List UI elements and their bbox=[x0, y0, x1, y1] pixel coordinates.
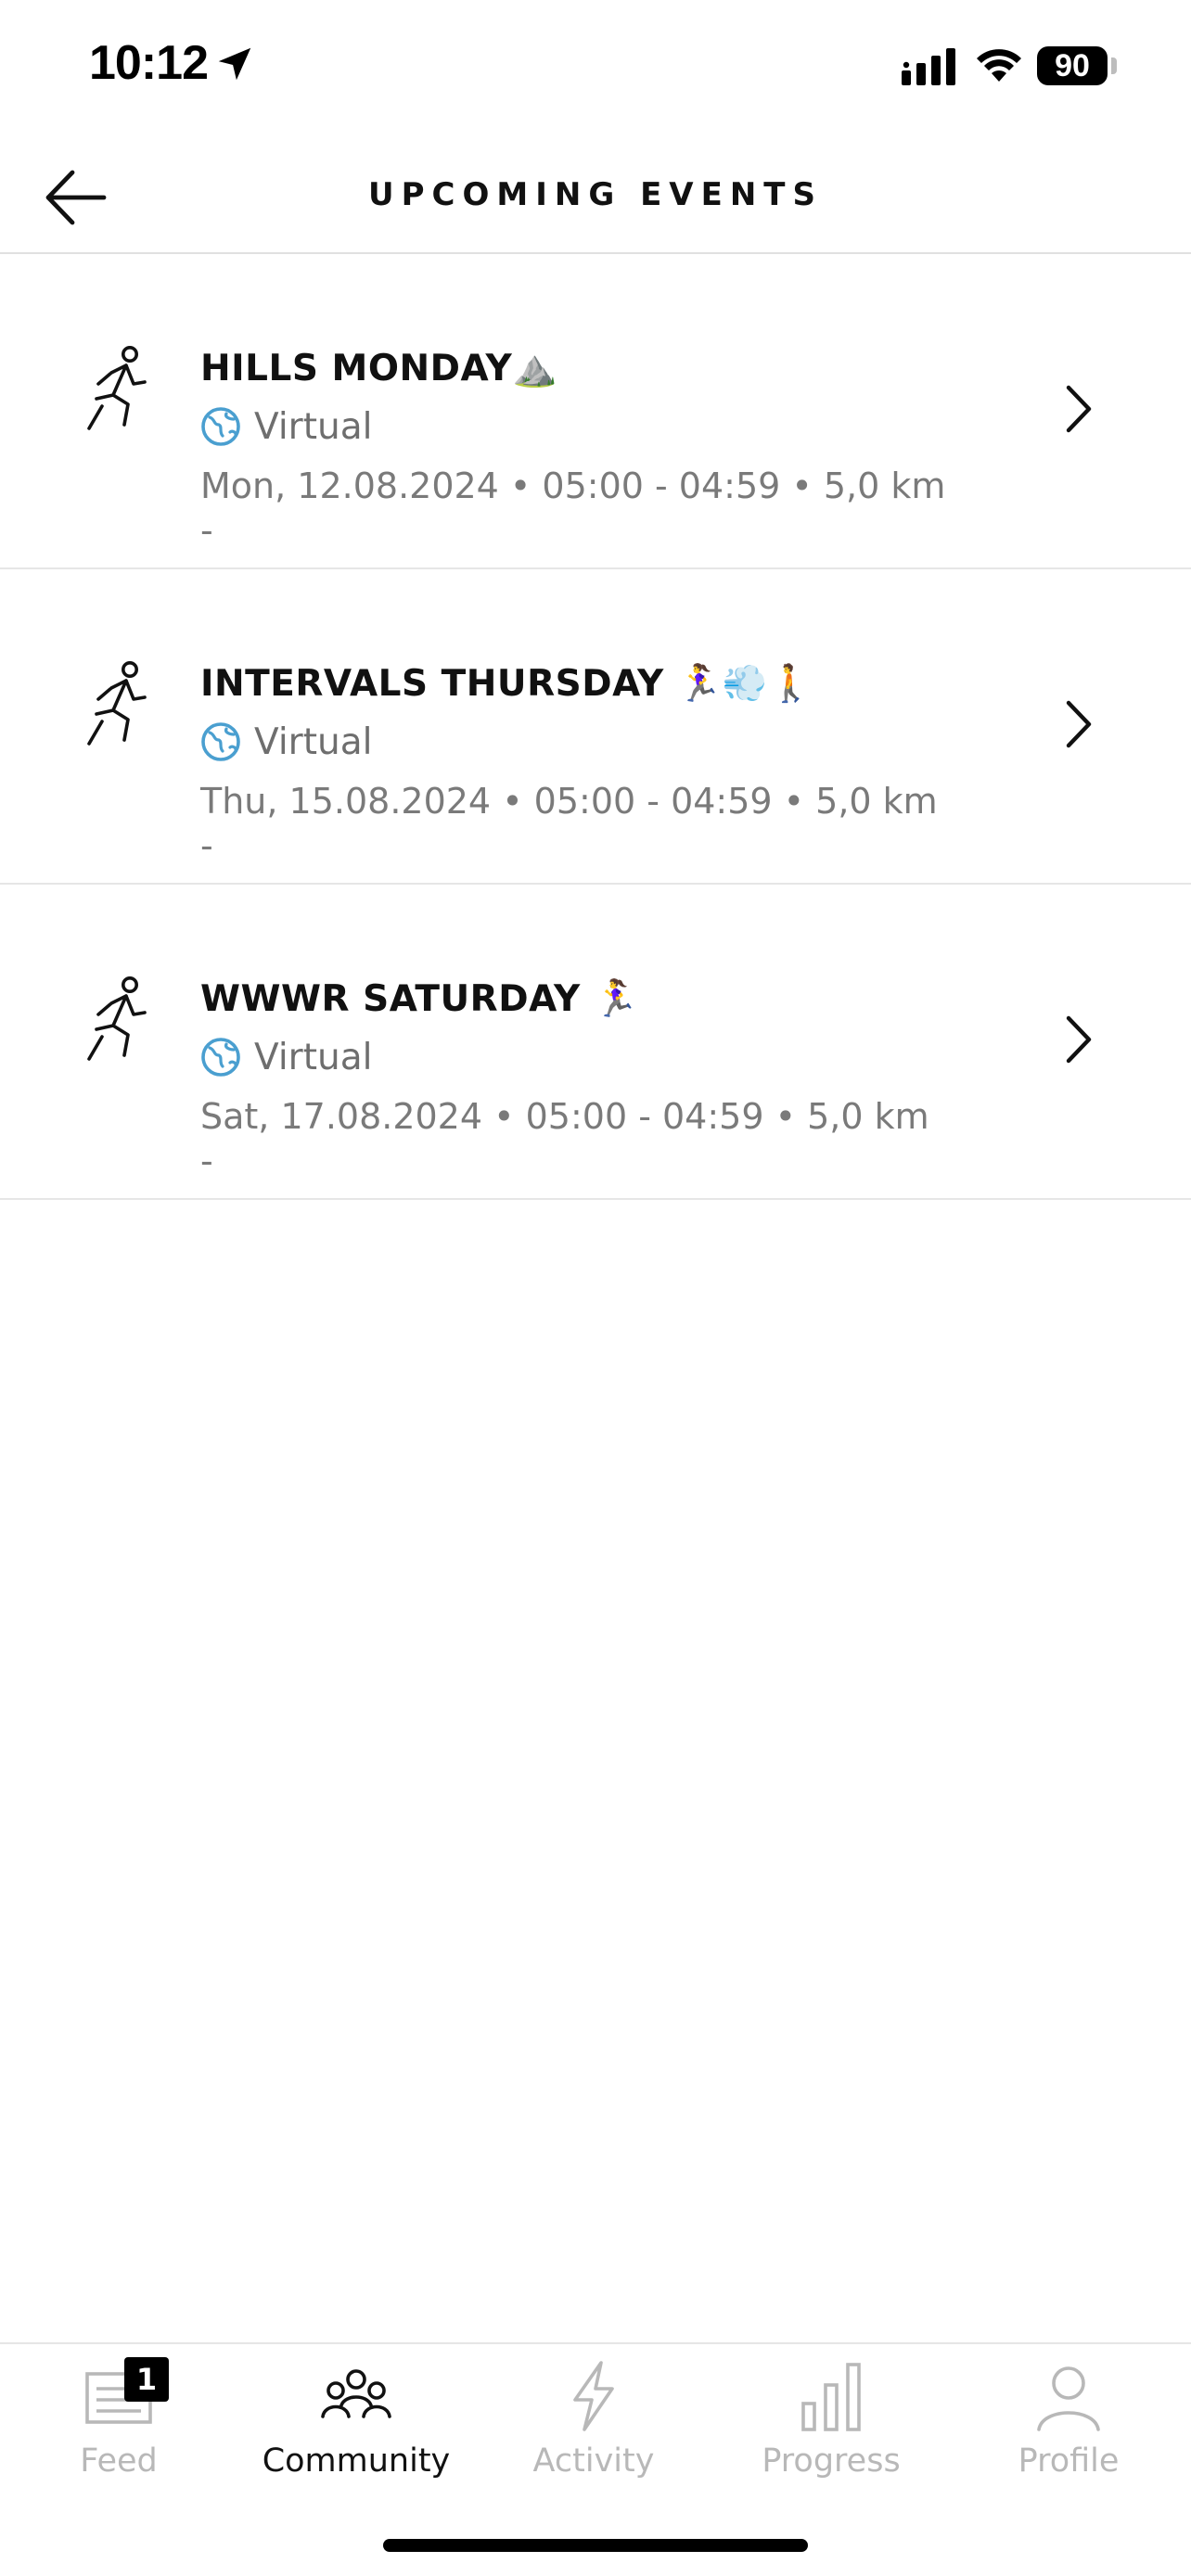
status-time: 10:12 bbox=[89, 36, 209, 90]
chevron-right-icon[interactable] bbox=[1065, 1014, 1093, 1065]
event-extra-info: - bbox=[200, 825, 213, 866]
tab-profile[interactable]: Profile bbox=[950, 2344, 1187, 2502]
event-location: Virtual bbox=[200, 402, 1017, 451]
header-bar: UPCOMING EVENTS bbox=[0, 139, 1191, 254]
tab-progress[interactable]: Progress bbox=[712, 2344, 950, 2502]
event-date-time-distance: Mon, 12.08.2024 • 05:00 - 04:59 • 5,0 km bbox=[200, 465, 946, 506]
event-list: HILLS MONDAY⛰️ Virtual Mon, 12.08.2024 •… bbox=[0, 254, 1191, 1200]
battery-indicator: 90 bbox=[1037, 46, 1108, 85]
event-title: INTERVALS THURSDAY 🏃‍♀️💨🚶 bbox=[200, 663, 814, 705]
globe-icon bbox=[201, 407, 240, 446]
tab-label: Community bbox=[262, 2442, 451, 2480]
event-location: Virtual bbox=[200, 1033, 1017, 1081]
tab-community[interactable]: Community bbox=[237, 2344, 475, 2502]
location-arrow-icon bbox=[218, 47, 251, 81]
running-person-icon bbox=[87, 346, 147, 430]
event-extra-info: - bbox=[200, 1141, 213, 1181]
event-row-wwwr-saturday[interactable]: WWWR SATURDAY 🏃‍♀️ Virtual Sat, 17.08.20… bbox=[0, 885, 1191, 1200]
status-bar: 10:12 90 bbox=[0, 0, 1191, 130]
event-date-time-distance: Thu, 15.08.2024 • 05:00 - 04:59 • 5,0 km bbox=[200, 781, 938, 822]
event-location-label: Virtual bbox=[254, 405, 373, 448]
event-details: INTERVALS THURSDAY 🏃‍♀️💨🚶 Virtual Thu, 1… bbox=[200, 658, 1017, 866]
event-row-intervals-thursday[interactable]: INTERVALS THURSDAY 🏃‍♀️💨🚶 Virtual Thu, 1… bbox=[0, 569, 1191, 885]
person-icon bbox=[1037, 2366, 1100, 2431]
event-title: WWWR SATURDAY 🏃‍♀️ bbox=[200, 978, 639, 1020]
event-location: Virtual bbox=[200, 718, 1017, 766]
tab-label: Feed bbox=[80, 2442, 158, 2480]
tab-label: Profile bbox=[1018, 2442, 1120, 2480]
battery-cap bbox=[1111, 57, 1117, 74]
event-location-label: Virtual bbox=[254, 721, 373, 763]
tab-label: Activity bbox=[532, 2442, 655, 2480]
chevron-right-icon[interactable] bbox=[1065, 384, 1093, 434]
notification-badge: 1 bbox=[124, 2357, 169, 2402]
page-title: UPCOMING EVENTS bbox=[368, 176, 823, 213]
globe-icon bbox=[201, 1038, 240, 1077]
home-indicator[interactable] bbox=[383, 2539, 808, 2552]
bar-chart-icon bbox=[801, 2363, 861, 2431]
event-title: HILLS MONDAY⛰️ bbox=[200, 348, 558, 389]
event-row-hills-monday[interactable]: HILLS MONDAY⛰️ Virtual Mon, 12.08.2024 •… bbox=[0, 254, 1191, 569]
running-person-icon bbox=[87, 661, 147, 746]
cellular-signal-icon bbox=[902, 48, 955, 85]
upcoming-events-screen: 10:12 90 UPCOMING EVENTS HILLS MONDAY⛰️ … bbox=[0, 0, 1191, 2576]
event-details: WWWR SATURDAY 🏃‍♀️ Virtual Sat, 17.08.20… bbox=[200, 974, 1017, 1181]
event-date-time-distance: Sat, 17.08.2024 • 05:00 - 04:59 • 5,0 km bbox=[200, 1096, 929, 1137]
event-location-label: Virtual bbox=[254, 1036, 373, 1078]
tab-activity[interactable]: Activity bbox=[475, 2344, 712, 2502]
wifi-icon bbox=[977, 49, 1021, 82]
community-icon bbox=[321, 2369, 391, 2418]
event-extra-info: - bbox=[200, 510, 213, 551]
tab-label: Progress bbox=[762, 2442, 901, 2480]
globe-icon bbox=[201, 722, 240, 761]
chevron-right-icon[interactable] bbox=[1065, 699, 1093, 749]
lightning-icon bbox=[573, 2361, 614, 2431]
running-person-icon bbox=[87, 976, 147, 1061]
event-details: HILLS MONDAY⛰️ Virtual Mon, 12.08.2024 •… bbox=[200, 343, 1017, 551]
tab-feed[interactable]: 1 Feed bbox=[0, 2344, 237, 2502]
